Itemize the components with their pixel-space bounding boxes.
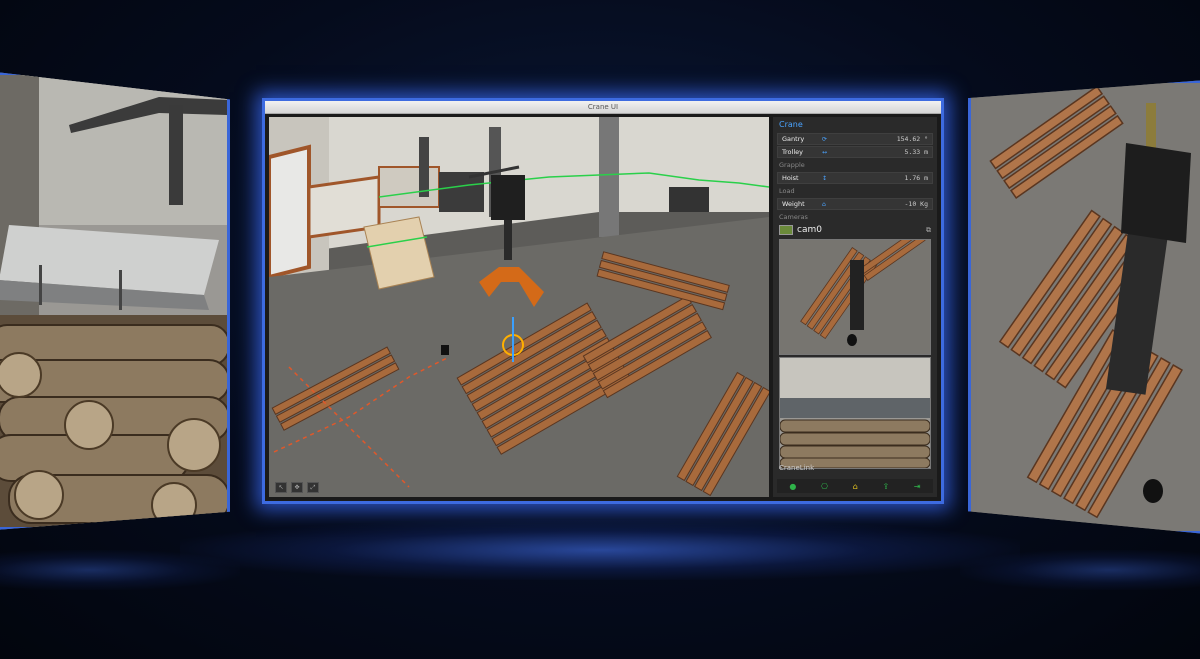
cameras-section-title: Cameras [779,213,808,221]
weight-value: -10 Kg [904,200,928,208]
arrows-horizontal-icon: ↔ [822,148,828,156]
upload-icon[interactable]: ⇪ [883,482,890,491]
crane-app-window: Crane UI ↖ ✥ ⤢ Crane Gantry ⟳ 154.62 ° T… [262,98,944,504]
crane-home-icon[interactable]: ⌂ [853,482,858,491]
trolley-value: 5.33 m [904,148,928,156]
right-camera-screen [968,80,1200,534]
cranelink-toolbar: ● ⎔ ⌂ ⇪ ⇥ [777,479,933,493]
weight-label: Weight [782,200,805,208]
grapple-section-title: Grapple [779,161,805,169]
camera-link-icon[interactable]: ⎔ [821,482,828,491]
popout-icon[interactable]: ⧉ [926,226,931,235]
gantry-value: 154.62 ° [896,135,928,143]
floor-glow-left [0,550,240,590]
camera-view-top[interactable] [779,239,931,355]
right-camera-image [971,83,1200,531]
camera-bottom-image [780,358,930,468]
weight-icon: ⌂ [822,200,826,208]
crane-control-panel: Crane Gantry ⟳ 154.62 ° Trolley ↔ 5.33 m… [773,117,937,497]
forward-icon[interactable]: ⇥ [914,482,921,491]
floor-glow [180,520,1020,580]
camera-selector[interactable]: cam0 ⧉ [773,223,937,237]
hoist-label: Hoist [782,174,799,182]
load-section-title: Load [779,187,795,195]
zoom-tool-icon[interactable]: ⤢ [307,482,319,493]
floor-glow-right [960,550,1200,590]
camera-view-bottom[interactable] [779,357,931,469]
viewport-tools: ↖ ✥ ⤢ [275,482,319,493]
connect-icon[interactable]: ● [789,482,796,491]
left-camera-screen [0,72,230,530]
camera-name: cam0 [797,225,822,235]
3d-viewport[interactable]: ↖ ✥ ⤢ [269,117,769,497]
cranelink-section-title: CraneLink [779,464,815,472]
window-title: Crane UI [587,103,619,111]
trolley-row[interactable]: Trolley ↔ 5.33 m [777,146,933,158]
window-titlebar: Crane UI [265,101,941,114]
hoist-row[interactable]: Hoist ↕ 1.76 m [777,172,933,184]
warehouse-scene [269,117,769,497]
hoist-value: 1.76 m [904,174,928,182]
camera-top-image [780,240,930,354]
weight-row[interactable]: Weight ⌂ -10 Kg [777,198,933,210]
gantry-label: Gantry [782,135,805,143]
camera-thumb-icon [779,225,793,235]
rotate-icon: ⟳ [822,135,828,143]
move-tool-icon[interactable]: ↖ [275,482,287,493]
arrows-vertical-icon: ↕ [822,174,828,182]
pan-tool-icon[interactable]: ✥ [291,482,303,493]
gantry-row[interactable]: Gantry ⟳ 154.62 ° [777,133,933,145]
trolley-label: Trolley [782,148,803,156]
crane-section-title: Crane [779,120,803,129]
left-camera-image [0,75,227,527]
